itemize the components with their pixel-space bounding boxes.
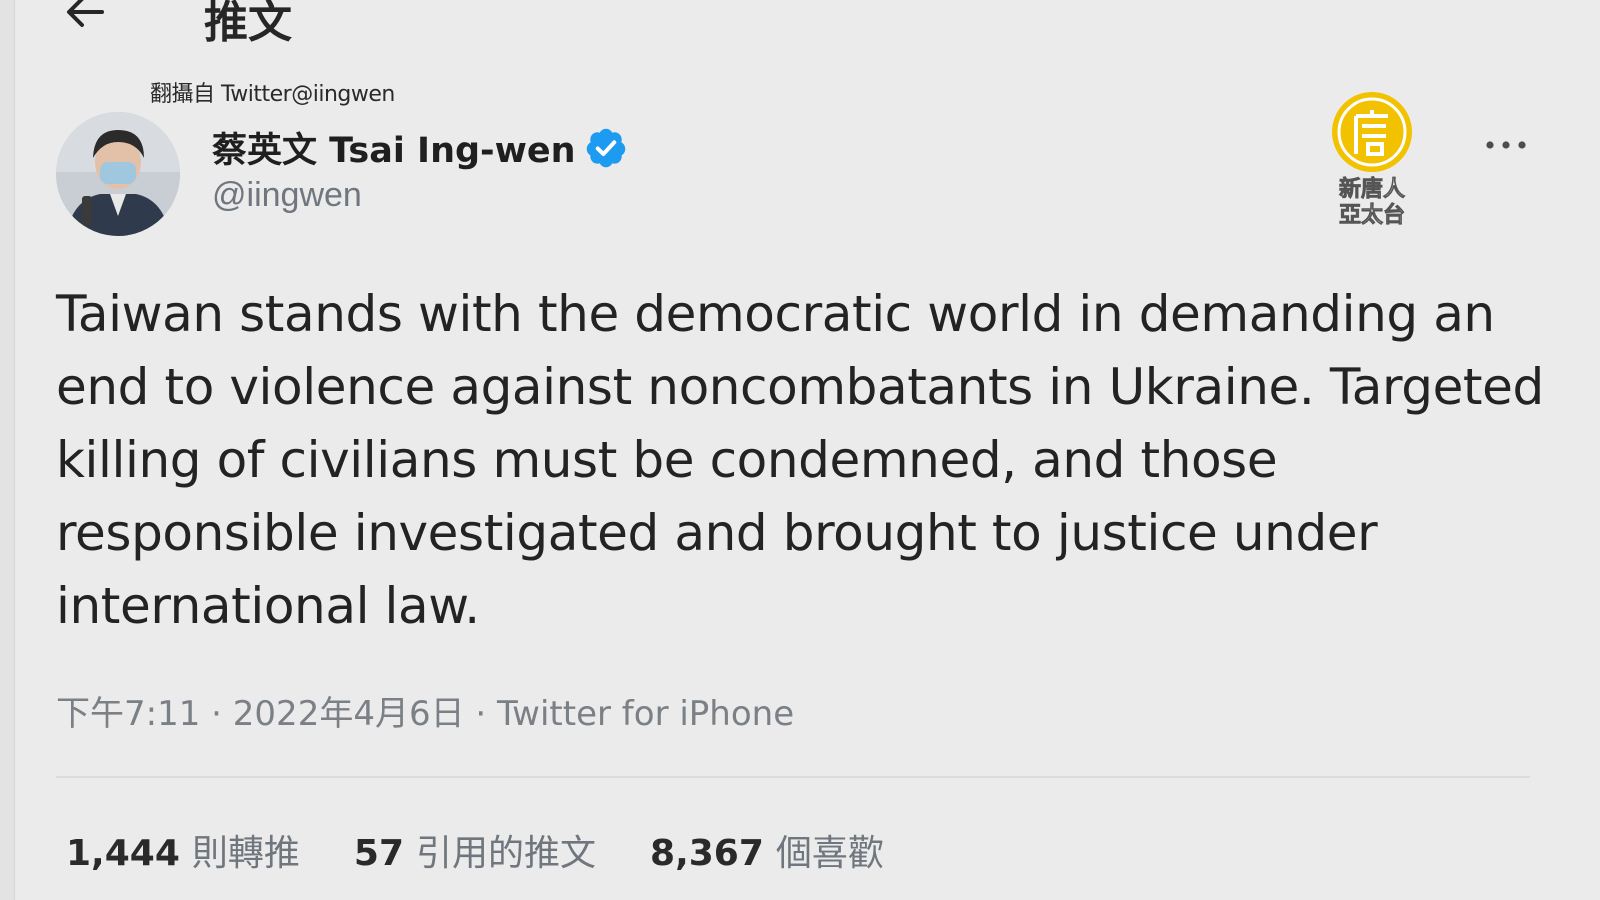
left-border bbox=[0, 0, 15, 900]
svg-text:亞太台: 亞太台 bbox=[1339, 202, 1405, 228]
author-display-name[interactable]: 蔡英文 Tsai Ing-wen bbox=[212, 122, 628, 173]
quotes-label: 引用的推文 bbox=[416, 833, 597, 874]
source-credit: 翻攝自 Twitter@iingwen bbox=[150, 82, 395, 107]
divider bbox=[56, 776, 1530, 778]
tweet-stats: 1,444 則轉推 57 引用的推文 8,367 個喜歡 bbox=[66, 824, 884, 876]
verified-badge-icon bbox=[586, 128, 625, 167]
quotes-stat[interactable]: 57 引用的推文 bbox=[354, 824, 596, 876]
tweet-text: Taiwan stands with the democratic world … bbox=[56, 285, 1544, 635]
retweets-label: 則轉推 bbox=[191, 833, 300, 874]
likes-label: 個喜歡 bbox=[775, 833, 884, 874]
tweet-date[interactable]: 2022年4月6日 bbox=[233, 694, 465, 734]
svg-text:新唐人: 新唐人 bbox=[1339, 176, 1405, 202]
author-name-text: 蔡英文 Tsai Ing-wen bbox=[212, 131, 576, 171]
meta-separator: · bbox=[200, 694, 233, 734]
meta-separator: · bbox=[464, 694, 498, 734]
ntd-watermark-logo: 新唐人 亞太台 bbox=[1316, 86, 1428, 230]
tweet-metadata: 下午7:11 · 2022年4月6日 · Twitter for iPhone bbox=[56, 686, 794, 735]
avatar-photo bbox=[56, 112, 180, 236]
tweet-client[interactable]: Twitter for iPhone bbox=[497, 694, 794, 734]
author-handle[interactable]: @iingwen bbox=[212, 176, 362, 215]
avatar[interactable] bbox=[56, 112, 180, 236]
retweets-count: 1,444 bbox=[66, 833, 180, 874]
page-title: 推文 bbox=[204, 0, 292, 48]
quotes-count: 57 bbox=[353, 833, 404, 874]
likes-count: 8,367 bbox=[650, 833, 764, 874]
tweet-time[interactable]: 下午7:11 bbox=[56, 694, 200, 734]
back-arrow-icon[interactable] bbox=[62, 0, 108, 32]
more-options-icon[interactable] bbox=[1484, 132, 1528, 158]
retweets-stat[interactable]: 1,444 則轉推 bbox=[66, 824, 300, 876]
likes-stat[interactable]: 8,367 個喜歡 bbox=[650, 824, 884, 876]
